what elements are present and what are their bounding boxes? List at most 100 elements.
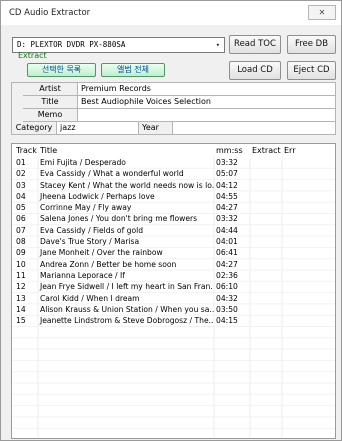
track-error bbox=[282, 281, 335, 292]
track-title: Jane Monheit / Over the rainbow bbox=[40, 248, 163, 258]
track-rows: 01 Emi Fujita / Desperado 03:32 02 Eva Cassi… bbox=[12, 157, 335, 326]
track-duration: 06:41 bbox=[216, 248, 238, 258]
category-field[interactable]: jazz bbox=[57, 122, 139, 135]
track-title: Jheena Lodwick / Perhaps love bbox=[40, 191, 155, 201]
track-title: Jean Frye Sidwell / I left my heart in S… bbox=[40, 282, 214, 292]
track-error bbox=[282, 225, 335, 236]
track-title: Alison Krauss & Union Station / When you… bbox=[40, 304, 214, 314]
track-title: Carol Kidd / When I dream bbox=[40, 293, 140, 303]
column-header-track[interactable]: Track bbox=[12, 144, 38, 157]
track-row[interactable]: 15 Jeanette Lindstrom & Steve Dobrogosz /… bbox=[12, 315, 335, 326]
artist-field[interactable]: Premium Records bbox=[78, 83, 336, 96]
track-title: Andrea Zonn / Better be home soon bbox=[40, 259, 177, 269]
year-label: Year bbox=[139, 122, 173, 135]
title-row: Title Best Audiophile Voices Selection bbox=[23, 96, 336, 109]
track-duration: 02:36 bbox=[216, 270, 238, 280]
track-number: 09 bbox=[16, 248, 26, 258]
track-title: Marianna Leporace / If bbox=[40, 270, 125, 280]
track-duration: 04:27 bbox=[216, 203, 238, 213]
memo-label: Memo bbox=[23, 109, 78, 122]
artist-label: Artist bbox=[23, 83, 78, 96]
track-duration: 04:27 bbox=[216, 259, 238, 269]
category-row: Category jazz Year bbox=[12, 122, 336, 135]
track-row[interactable]: 13 Carol Kidd / When I dream 04:32 bbox=[12, 293, 335, 304]
track-title: Corrinne May / Fly away bbox=[40, 203, 132, 213]
track-row[interactable]: 10 Andrea Zonn / Better be home soon 04:27 bbox=[12, 259, 335, 270]
year-field[interactable] bbox=[173, 122, 336, 135]
track-extract-status bbox=[250, 180, 282, 191]
track-title: Emi Fujita / Desperado bbox=[40, 158, 126, 167]
track-error bbox=[282, 304, 335, 315]
track-row[interactable]: 07 Eva Cassidy / Fields of gold 04:44 bbox=[12, 225, 335, 236]
read-toc-button[interactable]: Read TOC bbox=[229, 35, 281, 54]
album-title-field[interactable]: Best Audiophile Voices Selection bbox=[78, 96, 336, 109]
track-number: 06 bbox=[16, 214, 26, 224]
track-row[interactable]: 08 Dave's True Story / Marisa 04:01 bbox=[12, 236, 335, 247]
track-row[interactable]: 02 Eva Cassidy / What a wonderful world 05… bbox=[12, 168, 335, 179]
track-number: 02 bbox=[16, 169, 26, 179]
track-duration: 04:44 bbox=[216, 225, 238, 235]
track-number: 05 bbox=[16, 203, 26, 213]
track-number: 07 bbox=[16, 225, 26, 235]
track-extract-status bbox=[250, 225, 282, 236]
track-duration: 04:01 bbox=[216, 237, 238, 247]
track-error bbox=[282, 168, 335, 179]
track-error bbox=[282, 213, 335, 224]
track-row[interactable]: 11 Marianna Leporace / If 02:36 bbox=[12, 270, 335, 281]
track-duration: 04:15 bbox=[216, 316, 238, 326]
track-error bbox=[282, 180, 335, 191]
app-window: CD Audio Extractor ✕ D: PLEXTOR DVDR PX-… bbox=[0, 0, 342, 441]
track-row[interactable]: 09 Jane Monheit / Over the rainbow 06:41 bbox=[12, 247, 335, 258]
track-duration: 04:32 bbox=[216, 293, 238, 303]
track-number: 14 bbox=[16, 304, 26, 314]
track-error bbox=[282, 191, 335, 202]
column-header-title[interactable]: Title bbox=[38, 144, 214, 157]
track-duration: 04:12 bbox=[216, 180, 238, 190]
chevron-down-icon: ▾ bbox=[215, 41, 220, 49]
track-title: Jeanette Lindstrom & Steve Dobrogosz / T… bbox=[40, 316, 214, 326]
track-error bbox=[282, 259, 335, 270]
close-button[interactable]: ✕ bbox=[308, 5, 336, 20]
track-title: Eva Cassidy / What a wonderful world bbox=[40, 169, 184, 179]
track-row[interactable]: 01 Emi Fujita / Desperado 03:32 bbox=[12, 157, 335, 168]
track-extract-status bbox=[250, 247, 282, 258]
drive-select-value: D: PLEXTOR DVDR PX-880SA bbox=[17, 40, 126, 49]
track-extract-status bbox=[250, 304, 282, 315]
column-header-extract[interactable]: Extract bbox=[250, 144, 282, 157]
column-header-duration[interactable]: mm:ss bbox=[214, 144, 250, 157]
track-extract-status bbox=[250, 236, 282, 247]
track-duration: 05:07 bbox=[216, 169, 238, 179]
track-number: 13 bbox=[16, 293, 26, 303]
track-extract-status bbox=[250, 259, 282, 270]
track-row[interactable]: 03 Stacey Kent / What the world needs now… bbox=[12, 180, 335, 191]
track-extract-status bbox=[250, 270, 282, 281]
track-extract-status bbox=[250, 168, 282, 179]
track-list-header: Track Title mm:ss Extract Err bbox=[12, 144, 335, 157]
column-header-error[interactable]: Err bbox=[282, 144, 335, 157]
title-bar: CD Audio Extractor ✕ bbox=[1, 1, 341, 25]
track-row[interactable]: 05 Corrinne May / Fly away 04:27 bbox=[12, 202, 335, 213]
track-row[interactable]: 12 Jean Frye Sidwell / I left my heart in… bbox=[12, 281, 335, 292]
artist-row: Artist Premium Records bbox=[23, 83, 336, 96]
track-title: Stacey Kent / What the world needs now i… bbox=[40, 180, 214, 190]
memo-row: Memo bbox=[23, 109, 336, 122]
track-number: 01 bbox=[16, 158, 26, 167]
track-title: Dave's True Story / Marisa bbox=[40, 237, 140, 247]
free-db-button[interactable]: Free DB bbox=[287, 35, 336, 54]
track-duration: 03:50 bbox=[216, 304, 238, 314]
track-duration: 04:55 bbox=[216, 191, 238, 201]
track-extract-status bbox=[250, 213, 282, 224]
eject-cd-button[interactable]: Eject CD bbox=[287, 61, 336, 80]
track-row[interactable]: 14 Alison Krauss & Union Station / When y… bbox=[12, 304, 335, 315]
track-row[interactable]: 04 Jheena Lodwick / Perhaps love 04:55 bbox=[12, 191, 335, 202]
track-error bbox=[282, 157, 335, 168]
load-cd-button[interactable]: Load CD bbox=[229, 61, 281, 80]
track-number: 15 bbox=[16, 316, 26, 326]
track-number: 08 bbox=[16, 237, 26, 247]
memo-field[interactable] bbox=[78, 109, 336, 122]
extract-album-button[interactable]: 앨범 전체 bbox=[101, 63, 165, 77]
track-list[interactable]: Track Title mm:ss Extract Err 01 Emi Fuji… bbox=[11, 143, 336, 439]
extract-selected-button[interactable]: 선택한 목록 bbox=[27, 63, 96, 77]
track-row[interactable]: 06 Salena Jones / You don't bring me flow… bbox=[12, 213, 335, 224]
track-error bbox=[282, 247, 335, 258]
